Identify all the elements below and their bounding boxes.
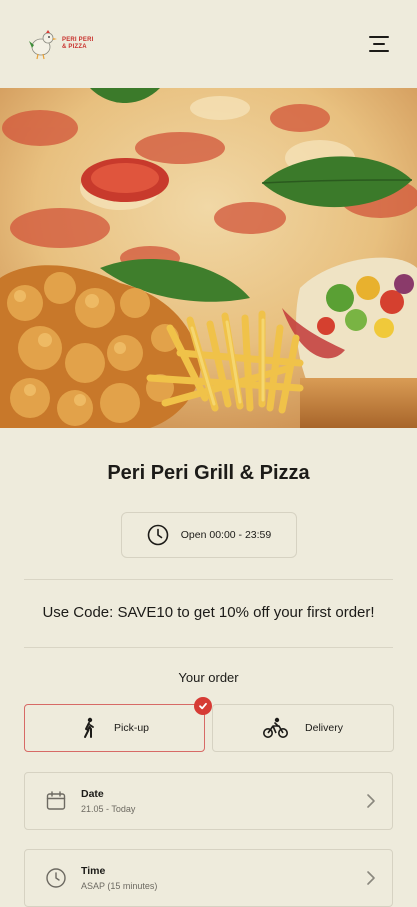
delivery-label: Delivery — [305, 722, 343, 734]
walking-person-icon — [83, 717, 94, 738]
time-value: ASAP (15 minutes) — [81, 881, 158, 891]
delivery-option-button[interactable]: Delivery — [212, 704, 394, 752]
logo-text-line1: Peri Peri — [62, 37, 94, 43]
divider — [24, 647, 393, 648]
date-value: 21.05 - Today — [81, 804, 136, 814]
selected-check-icon — [194, 697, 212, 715]
divider — [24, 579, 393, 580]
chevron-right-icon — [367, 794, 375, 808]
pickup-option-button[interactable]: Pick-up — [24, 697, 212, 752]
logo[interactable]: Peri Peri & Pizza — [28, 28, 93, 60]
time-label: Time — [81, 865, 106, 877]
clock-icon — [46, 868, 66, 888]
restaurant-name: Peri Peri Grill & Pizza — [107, 462, 310, 484]
pickup-label: Pick-up — [113, 722, 149, 734]
chevron-right-icon — [367, 871, 375, 885]
date-selector[interactable]: Date 21.05 - Today — [24, 772, 393, 830]
bicycle-delivery-icon — [263, 717, 289, 738]
opening-hours-badge: Open 00:00 - 23:59 — [121, 512, 297, 558]
your-order-heading: Your order — [178, 670, 239, 685]
hero-food-image — [0, 88, 417, 428]
promo-banner: Use Code: SAVE10 to get 10% off your fir… — [42, 604, 375, 621]
logo-text-line2: & Pizza — [62, 44, 87, 50]
date-label: Date — [81, 788, 104, 800]
time-selector[interactable]: Time ASAP (15 minutes) — [24, 849, 393, 907]
header: Peri Peri & Pizza — [0, 0, 417, 88]
opening-hours-text: Open 00:00 - 23:59 — [180, 529, 272, 541]
clock-icon — [147, 524, 169, 546]
hamburger-menu-icon[interactable] — [369, 36, 389, 52]
calendar-icon — [46, 791, 66, 810]
chicken-logo-icon — [29, 30, 57, 60]
